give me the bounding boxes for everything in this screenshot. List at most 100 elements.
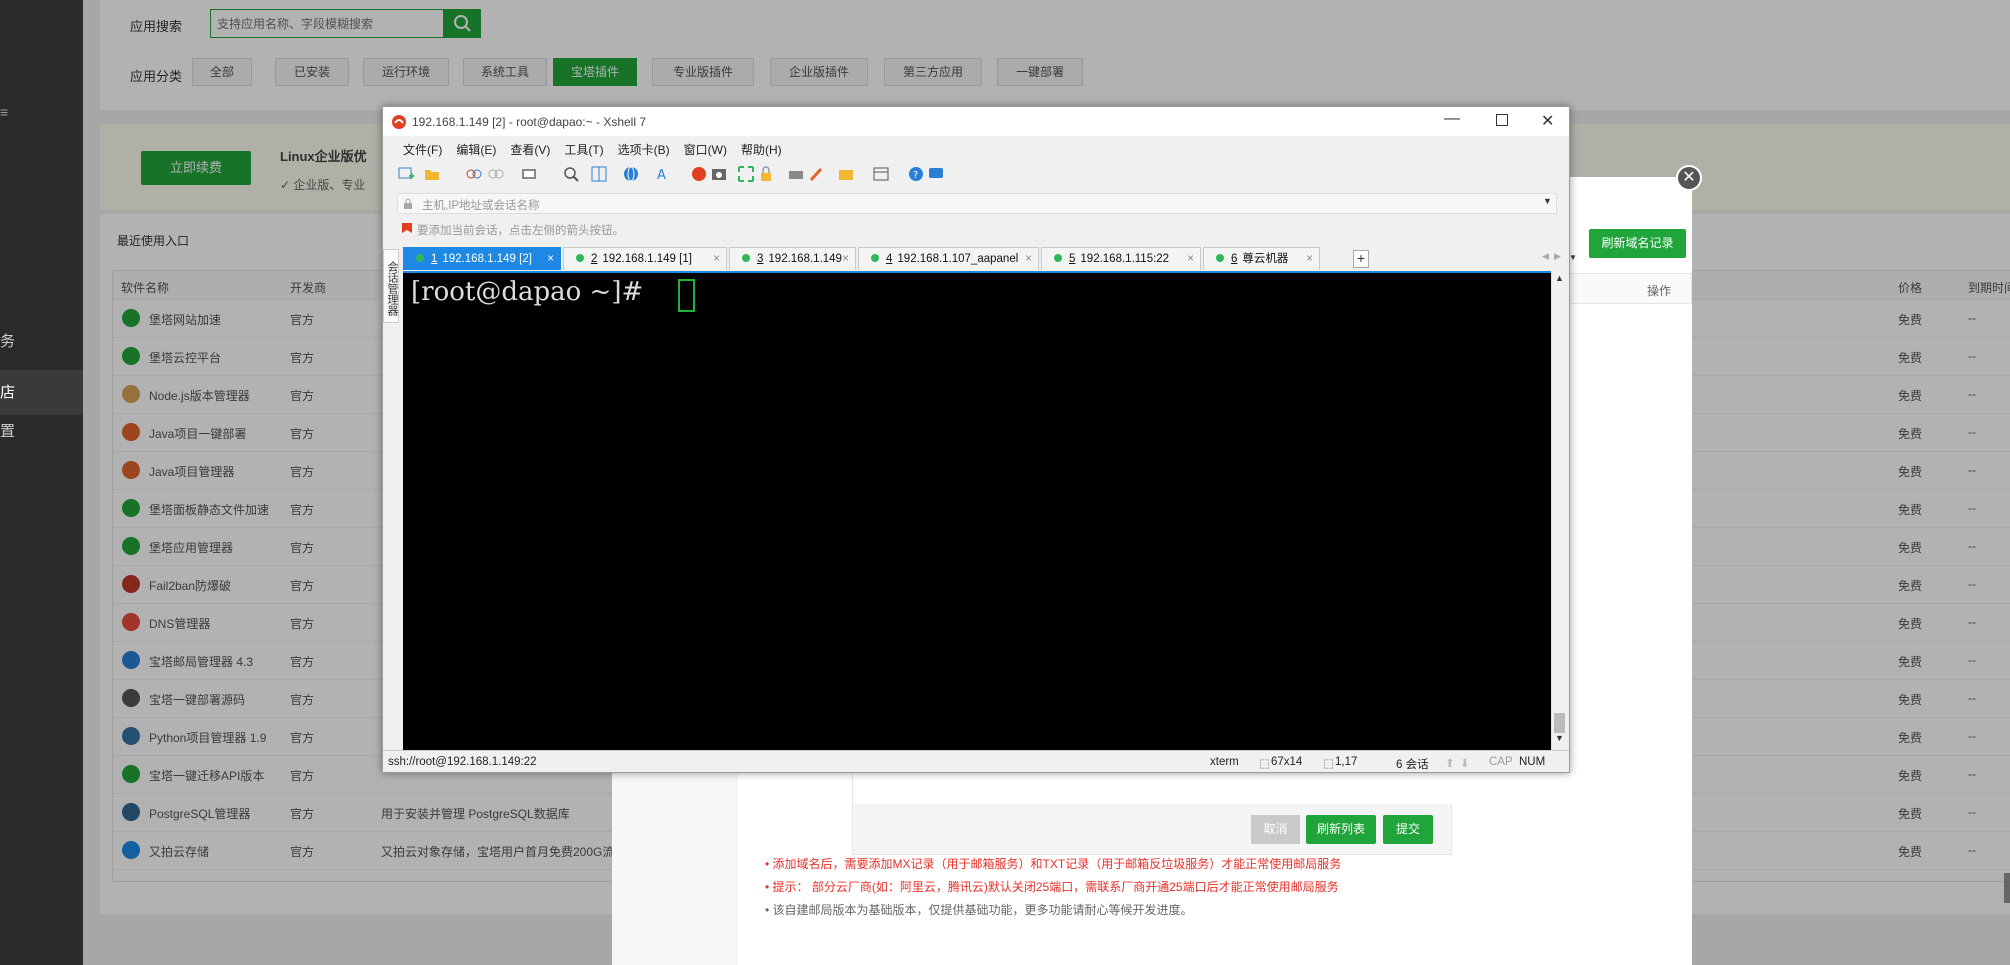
tab-label: 192.168.1.149 bbox=[768, 253, 842, 265]
bookmark-icon[interactable] bbox=[401, 222, 413, 234]
sidebar-item-settings[interactable]: 置 bbox=[0, 420, 83, 442]
refresh-list-button[interactable]: 刷新列表 bbox=[1306, 815, 1376, 844]
tab-close-icon[interactable]: × bbox=[713, 248, 720, 270]
tab-number: 6 bbox=[1231, 253, 1238, 265]
globe-icon[interactable] bbox=[623, 166, 639, 182]
maximize-icon[interactable] bbox=[1496, 114, 1508, 126]
unlink-icon[interactable] bbox=[488, 166, 504, 182]
help-icon[interactable]: ? bbox=[908, 166, 924, 182]
tab-close-icon[interactable]: × bbox=[547, 248, 554, 270]
scroll-up-icon[interactable]: ▲ bbox=[1555, 273, 1564, 283]
session-tab[interactable]: 2 192.168.1.149 [1] × bbox=[563, 247, 727, 270]
tab-list-icon[interactable]: ▼ bbox=[1569, 253, 1577, 262]
dialog-notes: • 添加域名后，需要添加MX记录（用于邮箱服务）和TXT记录（用于邮箱反垃圾服务… bbox=[765, 855, 1665, 924]
connected-status-icon bbox=[416, 254, 424, 262]
connected-status-icon bbox=[742, 254, 750, 262]
transfer-icon[interactable] bbox=[838, 166, 854, 182]
tab-number: 5 bbox=[1069, 253, 1076, 265]
tab-close-icon[interactable]: × bbox=[842, 248, 849, 270]
tab-scroll-right-icon[interactable]: ▶ bbox=[1554, 251, 1561, 262]
link-icon[interactable] bbox=[466, 166, 482, 182]
sidebar-item-service[interactable]: 务 bbox=[0, 330, 83, 352]
up-arrow-icon[interactable]: ⬆ bbox=[1445, 756, 1455, 770]
tile-icon[interactable] bbox=[873, 166, 889, 182]
status-size: 67x14 bbox=[1271, 756, 1303, 768]
menu-tabs[interactable]: 选项卡(B) bbox=[618, 143, 670, 157]
position-icon: ⬚ bbox=[1323, 758, 1334, 770]
minimize-icon[interactable]: — bbox=[1444, 110, 1460, 128]
lock-icon[interactable] bbox=[758, 166, 774, 182]
submit-button[interactable]: 提交 bbox=[1383, 815, 1433, 844]
scroll-thumb[interactable] bbox=[1554, 713, 1565, 733]
xshell-window: 192.168.1.149 [2] - root@dapao:~ - Xshel… bbox=[382, 106, 1577, 773]
tab-number: 3 bbox=[757, 253, 764, 265]
down-arrow-icon[interactable]: ⬇ bbox=[1460, 756, 1470, 770]
new-session-icon[interactable] bbox=[398, 166, 414, 182]
properties-icon[interactable] bbox=[521, 166, 537, 182]
find-icon[interactable] bbox=[563, 166, 579, 182]
status-terminal-type: xterm bbox=[1210, 756, 1239, 768]
note-2: • 提示： 部分云厂商(如：阿里云，腾讯云)默认关闭25端口，需联系厂商开通25… bbox=[765, 880, 1339, 894]
address-placeholder: 主机,IP地址或会话名称 bbox=[422, 200, 540, 212]
connected-status-icon bbox=[1054, 254, 1062, 262]
tab-scroll-left-icon[interactable]: ◀ bbox=[1542, 251, 1549, 262]
session-manager-tab[interactable]: 会话管理器 bbox=[383, 249, 399, 323]
address-bar[interactable]: 主机,IP地址或会话名称 ▼ bbox=[397, 193, 1557, 214]
note-3: • 该自建邮局版本为基础版本，仅提供基础功能，更多功能请耐心等候开发进度。 bbox=[765, 903, 1193, 917]
keyboard-icon[interactable] bbox=[788, 166, 804, 182]
main-sidebar: ≡ 务 店 置 bbox=[0, 0, 83, 965]
scroll-down-icon[interactable]: ▼ bbox=[1555, 733, 1564, 743]
tab-label: 192.168.1.107_aapanel bbox=[897, 253, 1019, 265]
dialog-close-icon[interactable]: ✕ bbox=[1676, 165, 1702, 191]
xftp-icon[interactable] bbox=[691, 166, 707, 182]
terminal-area[interactable]: [root@dapao ~]# bbox=[403, 273, 1551, 750]
cancel-button[interactable]: 取消 bbox=[1251, 815, 1300, 844]
tab-label: 192.168.1.149 [2] bbox=[442, 253, 532, 265]
inner-modal-body bbox=[853, 768, 1453, 804]
address-dropdown-icon[interactable]: ▼ bbox=[1543, 196, 1552, 206]
fullscreen-icon[interactable] bbox=[738, 166, 754, 182]
note-1: • 添加域名后，需要添加MX记录（用于邮箱服务）和TXT记录（用于邮箱反垃圾服务… bbox=[765, 857, 1342, 871]
menu-view[interactable]: 查看(V) bbox=[510, 143, 550, 157]
session-tab[interactable]: 1 192.168.1.149 [2] × bbox=[403, 247, 561, 270]
menu-help[interactable]: 帮助(H) bbox=[741, 143, 782, 157]
xshell-titlebar: 192.168.1.149 [2] - root@dapao:~ - Xshel… bbox=[383, 107, 1569, 136]
tab-close-icon[interactable]: × bbox=[1306, 248, 1313, 270]
close-window-icon[interactable]: ✕ bbox=[1541, 111, 1554, 131]
font-icon[interactable]: A bbox=[655, 166, 671, 182]
chat-icon[interactable] bbox=[928, 166, 944, 182]
menu-edit[interactable]: 编辑(E) bbox=[456, 143, 496, 157]
sidebar-menu-glyph: ≡ bbox=[0, 104, 9, 120]
session-tab[interactable]: 5 192.168.1.115:22 × bbox=[1041, 247, 1201, 270]
svg-text:?: ? bbox=[913, 170, 918, 181]
terminal-scrollbar[interactable]: ▲ ▼ bbox=[1551, 273, 1567, 750]
session-tab[interactable]: 6 尊云机器 × bbox=[1203, 247, 1320, 270]
status-sessions: 6 会话 bbox=[1396, 759, 1429, 771]
menu-file[interactable]: 文件(F) bbox=[403, 143, 442, 157]
hint-text: 要添加当前会话，点击左侧的箭头按钮。 bbox=[417, 225, 624, 237]
xshell-logo-icon bbox=[392, 115, 406, 129]
sidebar-item-store[interactable]: 店 bbox=[0, 370, 83, 415]
terminal-prompt: [root@dapao ~]# bbox=[411, 277, 652, 307]
open-folder-icon[interactable] bbox=[424, 166, 440, 182]
status-caps: CAP bbox=[1489, 756, 1513, 768]
add-tab-button[interactable]: + bbox=[1353, 250, 1369, 268]
menu-tools[interactable]: 工具(T) bbox=[564, 143, 603, 157]
highlight-icon[interactable] bbox=[808, 166, 824, 182]
hint-bar: 要添加当前会话，点击左侧的箭头按钮。 bbox=[397, 219, 1557, 239]
tab-close-icon[interactable]: × bbox=[1025, 248, 1032, 270]
status-bar: ssh://root@192.168.1.149:22 xterm ⬚ 67x1… bbox=[383, 750, 1569, 772]
tab-close-icon[interactable]: × bbox=[1187, 248, 1194, 270]
layout-icon[interactable] bbox=[591, 166, 607, 182]
menu-window[interactable]: 窗口(W) bbox=[684, 143, 727, 157]
address-lock-icon bbox=[404, 198, 412, 209]
refresh-domain-button[interactable]: 刷新域名记录 bbox=[1589, 229, 1686, 258]
session-tab[interactable]: 4 192.168.1.107_aapanel × bbox=[858, 247, 1039, 270]
screenshot-icon[interactable] bbox=[711, 166, 727, 182]
page-scrollbar[interactable] bbox=[2004, 873, 2010, 903]
size-icon: ⬚ bbox=[1259, 758, 1270, 770]
session-tab[interactable]: 3 192.168.1.149 × bbox=[729, 247, 856, 270]
status-connection: ssh://root@192.168.1.149:22 bbox=[388, 756, 537, 768]
connected-status-icon bbox=[1216, 254, 1224, 262]
tab-label: 尊云机器 bbox=[1242, 253, 1289, 265]
